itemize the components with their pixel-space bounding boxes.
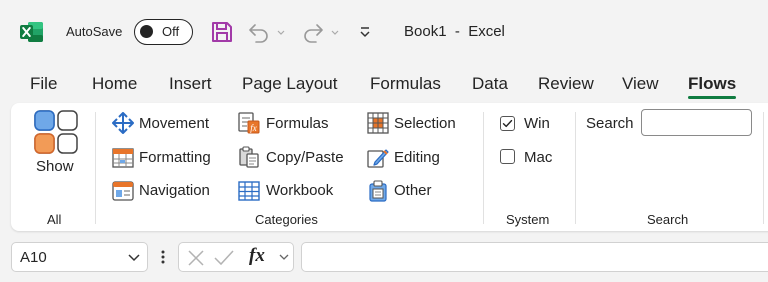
- tab-page-layout[interactable]: Page Layout: [242, 74, 337, 94]
- workbook-icon: [238, 180, 260, 202]
- search-input[interactable]: [641, 109, 752, 136]
- tab-data[interactable]: Data: [472, 74, 508, 94]
- formula-input[interactable]: [301, 242, 768, 272]
- formulas-icon: fx: [238, 112, 260, 134]
- excel-logo-icon: [20, 21, 44, 43]
- tab-formulas[interactable]: Formulas: [370, 74, 441, 94]
- movement-arrows-icon: [112, 112, 134, 134]
- navigation-button[interactable]: Navigation: [139, 182, 210, 200]
- tab-home[interactable]: Home: [92, 74, 137, 94]
- cancel-icon[interactable]: [186, 248, 206, 268]
- autosave-label: AutoSave: [66, 24, 123, 39]
- group-label-search: Search: [647, 212, 689, 227]
- document-title: Book1 - Excel: [404, 23, 505, 40]
- navigation-icon: [112, 180, 134, 202]
- other-button[interactable]: Other: [394, 182, 432, 200]
- search-label: Search: [586, 115, 634, 132]
- save-icon[interactable]: [210, 20, 234, 44]
- workbook-button[interactable]: Workbook: [266, 182, 333, 200]
- formula-tools: fx: [178, 242, 294, 272]
- group-divider: [575, 112, 576, 224]
- group-divider: [95, 112, 96, 224]
- group-label-all: All: [47, 212, 62, 227]
- chevron-down-icon[interactable]: [278, 253, 290, 263]
- checkmark-icon: [502, 119, 513, 128]
- editing-button[interactable]: Editing: [394, 149, 440, 167]
- mac-checkbox-label[interactable]: Mac: [524, 149, 552, 167]
- win-checkbox-label[interactable]: Win: [524, 115, 550, 133]
- win-checkbox[interactable]: [500, 116, 515, 131]
- more-options-icon[interactable]: [160, 249, 166, 270]
- formulas-button[interactable]: Formulas: [266, 115, 329, 133]
- copy-paste-button[interactable]: Copy/Paste: [266, 149, 344, 167]
- insert-function-button[interactable]: fx: [249, 246, 265, 266]
- formatting-icon: [112, 146, 134, 168]
- customize-quick-access-icon[interactable]: [357, 20, 373, 44]
- group-divider: [483, 112, 484, 224]
- chevron-down-icon[interactable]: [127, 253, 141, 263]
- autosave-state: Off: [162, 24, 180, 39]
- tab-insert[interactable]: Insert: [169, 74, 212, 94]
- tab-flows[interactable]: Flows: [688, 74, 736, 94]
- autosave-toggle[interactable]: Off: [134, 19, 193, 45]
- group-label-categories: Categories: [255, 212, 318, 227]
- formatting-button[interactable]: Formatting: [139, 149, 211, 167]
- tab-review[interactable]: Review: [538, 74, 594, 94]
- active-tab-indicator: [688, 96, 736, 99]
- mac-checkbox[interactable]: [500, 149, 515, 164]
- name-box-value: A10: [20, 249, 47, 266]
- selection-button[interactable]: Selection: [394, 115, 456, 133]
- svg-text:fx: fx: [250, 123, 257, 133]
- copy-paste-icon: [238, 146, 260, 168]
- redo-dropdown-chevron-icon[interactable]: [330, 20, 340, 44]
- group-divider: [763, 112, 764, 224]
- enter-check-icon[interactable]: [213, 248, 235, 268]
- show-all-button-label[interactable]: Show: [36, 158, 74, 176]
- movement-button[interactable]: Movement: [139, 115, 209, 133]
- group-label-system: System: [506, 212, 550, 227]
- undo-icon[interactable]: [246, 20, 272, 44]
- undo-dropdown-chevron-icon[interactable]: [276, 20, 286, 44]
- tab-file[interactable]: File: [30, 74, 57, 94]
- toggle-knob: [140, 25, 153, 38]
- name-box[interactable]: A10: [11, 242, 148, 272]
- redo-icon[interactable]: [300, 20, 326, 44]
- tab-view[interactable]: View: [622, 74, 659, 94]
- selection-grid-icon: [367, 112, 389, 134]
- show-all-grid-icon[interactable]: [34, 110, 78, 159]
- other-icon: [367, 180, 389, 202]
- editing-pencil-icon: [367, 146, 389, 168]
